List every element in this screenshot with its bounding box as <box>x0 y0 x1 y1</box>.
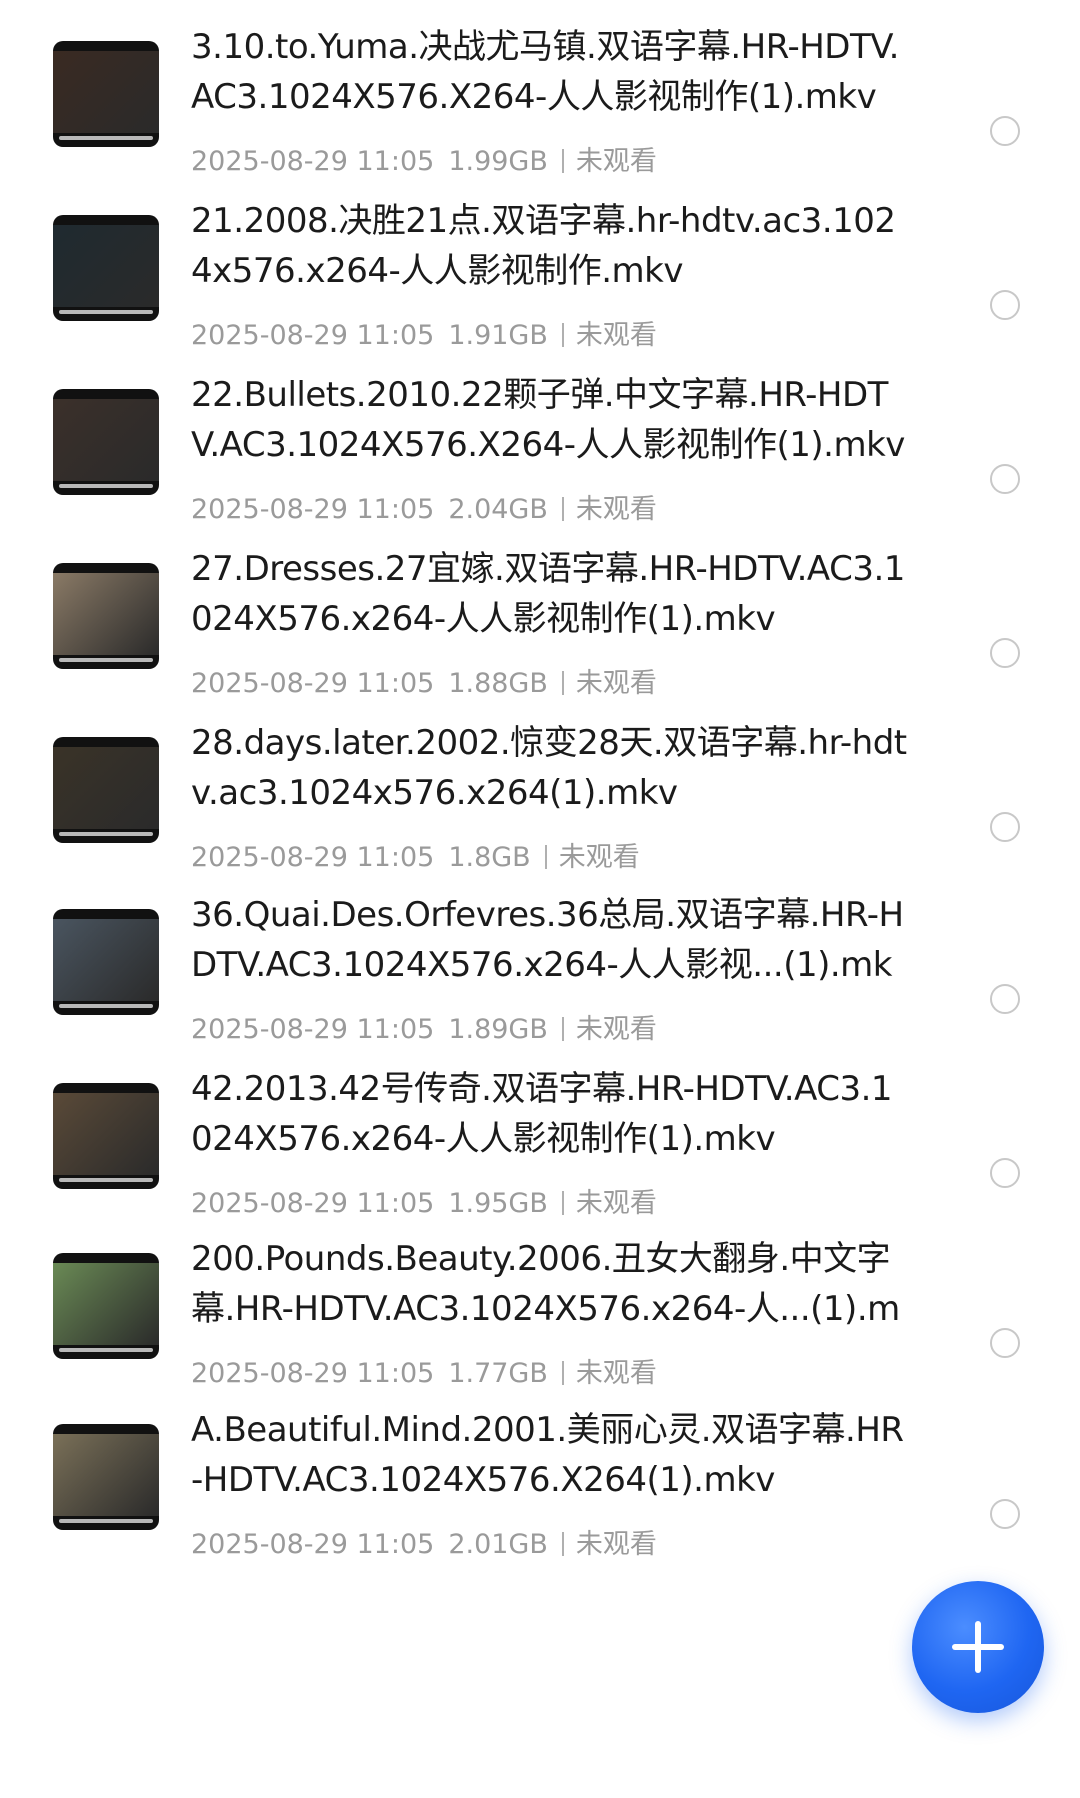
video-title: 28.days.later.2002.惊变28天.双语字幕.hr-hdtv.ac… <box>191 723 907 813</box>
meta-divider <box>561 1361 564 1385</box>
video-title: 36.Quai.Des.Orfevres.36总局.双语字幕.HR-HDTV.A… <box>191 895 904 985</box>
video-thumbnail-icon <box>53 215 159 321</box>
select-radio[interactable] <box>990 464 1020 494</box>
video-thumbnail-icon <box>53 41 159 147</box>
meta-divider <box>561 497 564 521</box>
watch-status: 未观看 <box>575 146 657 177</box>
video-size: 1.88GB <box>448 668 548 699</box>
video-thumbnail-icon <box>53 737 159 843</box>
select-radio[interactable] <box>990 638 1020 668</box>
select-radio[interactable] <box>990 1499 1020 1529</box>
video-thumbnail-icon <box>53 909 159 1015</box>
video-thumbnail-icon <box>53 1424 159 1530</box>
video-size: 2.04GB <box>448 494 548 525</box>
watch-status: 未观看 <box>575 1014 657 1045</box>
video-title: 3.10.to.Yuma.决战尤马镇.双语字幕.HR-HDTV.AC3.1024… <box>191 27 899 117</box>
watch-status: 未观看 <box>575 494 657 525</box>
video-date: 2025-08-29 11:05 <box>191 668 435 699</box>
video-list-item[interactable]: 28.days.later.2002.惊变28天.双语字幕.hr-hdtv.ac… <box>0 696 1080 897</box>
video-thumbnail-icon <box>53 1083 159 1189</box>
video-title: 27.Dresses.27宜嫁.双语字幕.HR-HDTV.AC3.1024X57… <box>191 549 905 639</box>
select-radio[interactable] <box>990 1158 1020 1188</box>
select-radio[interactable] <box>990 290 1020 320</box>
video-title: 22.Bullets.2010.22颗子弹.中文字幕.HR-HDTV.AC3.1… <box>191 375 905 465</box>
video-thumbnail-icon <box>53 389 159 495</box>
video-list-item[interactable]: 22.Bullets.2010.22颗子弹.中文字幕.HR-HDTV.AC3.1… <box>0 348 1080 549</box>
video-list-item[interactable]: 3.10.to.Yuma.决战尤马镇.双语字幕.HR-HDTV.AC3.1024… <box>0 0 1080 201</box>
meta-divider <box>561 1532 564 1556</box>
video-list-item[interactable]: A.Beautiful.Mind.2001.美丽心灵.双语字幕.HR-HDTV.… <box>0 1383 1080 1584</box>
video-size: 1.91GB <box>448 320 548 351</box>
video-meta: 2025-08-29 11:05 2.01GB 未观看 <box>191 1528 671 1562</box>
video-list-item[interactable]: 36.Quai.Des.Orfevres.36总局.双语字幕.HR-HDTV.A… <box>0 868 1080 1069</box>
video-title: 21.2008.决胜21点.双语字幕.hr-hdtv.ac3.1024x576.… <box>191 201 896 291</box>
video-title: 42.2013.42号传奇.双语字幕.HR-HDTV.AC3.1024X576.… <box>191 1069 893 1159</box>
video-thumbnail-icon <box>53 1253 159 1359</box>
video-date: 2025-08-29 11:05 <box>191 146 435 177</box>
video-list-item[interactable]: 27.Dresses.27宜嫁.双语字幕.HR-HDTV.AC3.1024X57… <box>0 522 1080 723</box>
watch-status: 未观看 <box>575 320 657 351</box>
video-date: 2025-08-29 11:05 <box>191 1014 435 1045</box>
video-title: A.Beautiful.Mind.2001.美丽心灵.双语字幕.HR-HDTV.… <box>191 1410 904 1500</box>
file-list: 3.10.to.Yuma.决战尤马镇.双语字幕.HR-HDTV.AC3.1024… <box>0 0 1080 1798</box>
meta-divider <box>544 845 547 869</box>
meta-divider <box>561 149 564 173</box>
video-date: 2025-08-29 11:05 <box>191 1529 435 1560</box>
video-list-item[interactable]: 21.2008.决胜21点.双语字幕.hr-hdtv.ac3.1024x576.… <box>0 174 1080 375</box>
select-radio[interactable] <box>990 812 1020 842</box>
select-radio[interactable] <box>990 1328 1020 1358</box>
watch-status: 未观看 <box>575 1529 657 1560</box>
video-size: 2.01GB <box>448 1529 548 1560</box>
video-size: 1.89GB <box>448 1014 548 1045</box>
select-radio[interactable] <box>990 984 1020 1014</box>
video-date: 2025-08-29 11:05 <box>191 494 435 525</box>
add-button[interactable] <box>912 1581 1044 1713</box>
meta-divider <box>561 323 564 347</box>
meta-divider <box>561 671 564 695</box>
video-thumbnail-icon <box>53 563 159 669</box>
select-radio[interactable] <box>990 116 1020 146</box>
video-title: 200.Pounds.Beauty.2006.丑女大翻身.中文字幕.HR-HDT… <box>191 1239 900 1329</box>
video-date: 2025-08-29 11:05 <box>191 320 435 351</box>
watch-status: 未观看 <box>575 668 657 699</box>
video-size: 1.99GB <box>448 146 548 177</box>
meta-divider <box>561 1017 564 1041</box>
